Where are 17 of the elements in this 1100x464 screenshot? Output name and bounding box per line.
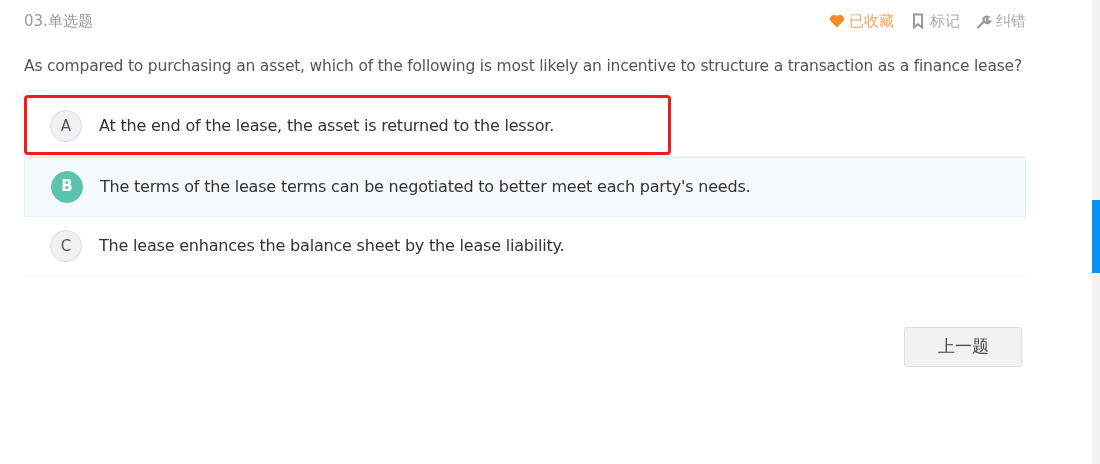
question-number: 03.单选题: [24, 11, 93, 32]
answer-option[interactable]: C The lease enhances the balance sheet by the lease liability.: [24, 216, 1026, 277]
option-letter: C: [50, 230, 82, 262]
option-text: The terms of the lease terms can be negotiated to better meet each party's needs.: [100, 175, 751, 198]
scrollbar-thumb[interactable]: [1092, 200, 1100, 273]
option-letter: A: [50, 110, 82, 142]
answer-option[interactable]: B The terms of the lease terms can be negotiated to better meet each party's needs.: [24, 156, 1026, 217]
answer-option[interactable]: A At the end of the lease, the asset is returned to the lessor.: [24, 96, 1026, 157]
wrench-icon: [976, 13, 992, 30]
heart-icon: [829, 13, 845, 30]
option-text: The lease enhances the balance sheet by the lease liability.: [99, 235, 565, 257]
scrollbar[interactable]: [1092, 0, 1100, 464]
option-letter: B: [51, 170, 83, 203]
previous-question-button[interactable]: 上一题: [904, 326, 1022, 367]
option-text: At the end of the lease, the asset is returned to the lessor.: [99, 115, 555, 137]
question-text: As compared to purchasing an asset, which of the following is most likely an incentive to structure a transaction as a finance lease?: [24, 55, 1023, 77]
bookmark-icon: [910, 13, 926, 30]
